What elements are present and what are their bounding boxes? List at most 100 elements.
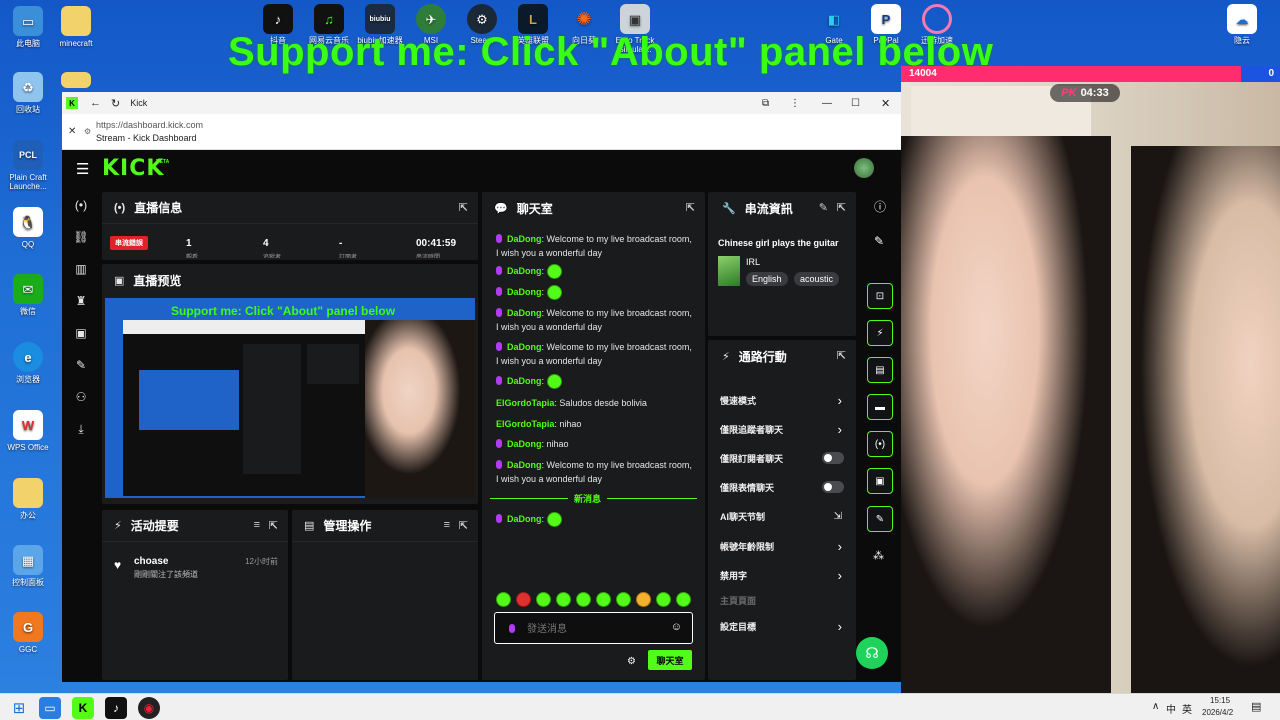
nav-media-icon[interactable]: ▣ — [70, 322, 92, 344]
nav-download-icon[interactable]: ⤓ — [70, 418, 92, 440]
toolbar-lightning-button[interactable]: ⚡ — [867, 320, 893, 346]
desktop-icon-wps[interactable]: W WPS Office — [0, 410, 56, 452]
tray-volume[interactable]: 中 — [1166, 701, 1176, 716]
chat-username[interactable]: DaDong — [507, 376, 542, 386]
emote-only-toggle[interactable] — [822, 481, 844, 493]
expand-icon[interactable]: ⇱ — [269, 519, 278, 532]
filter-icon[interactable]: ≡ — [444, 519, 450, 531]
category-thumbnail[interactable] — [718, 256, 740, 286]
tray-ime[interactable]: 英 — [1182, 701, 1192, 716]
chat-username[interactable]: DaDong — [507, 342, 542, 352]
category-name[interactable]: IRL — [746, 257, 760, 267]
expand-icon[interactable]: ⇱ — [459, 519, 468, 532]
nav-wrench-icon[interactable]: ✎ — [70, 354, 92, 376]
tray-chevron-up-icon[interactable]: ∧ — [1152, 701, 1159, 712]
desktop-icon-qq[interactable]: 🐧 QQ — [0, 207, 56, 249]
tab-title[interactable]: Kick — [130, 98, 147, 108]
site-settings-icon[interactable]: ⚙ — [84, 127, 91, 136]
chat-username[interactable]: ElGordoTapia — [496, 419, 554, 429]
desktop-icon-office[interactable]: 办公 — [0, 478, 56, 520]
taskbar-obs-icon[interactable]: ◉ — [138, 697, 160, 719]
desktop-icon-file[interactable] — [48, 72, 104, 91]
clock-time[interactable]: 15:15 — [1210, 696, 1230, 705]
emote-icon[interactable] — [596, 592, 611, 607]
emote-icon[interactable] — [556, 592, 571, 607]
tag-english[interactable]: English — [746, 272, 788, 286]
hamburger-menu-icon[interactable]: ☰ — [76, 160, 89, 178]
more-menu-icon[interactable]: ⋮ — [790, 98, 800, 109]
nav-trophy-icon[interactable]: ♜ — [70, 290, 92, 312]
nav-stream-icon[interactable]: (•) — [70, 194, 92, 216]
emote-icon[interactable] — [496, 592, 511, 607]
chat-username[interactable]: DaDong — [507, 266, 542, 276]
taskbar-kick-icon[interactable]: K — [72, 697, 94, 719]
shortcut-slow-mode[interactable]: 慢速模式 › — [720, 390, 844, 410]
desktop-icon-control-panel[interactable]: ▦ 控制面板 — [0, 545, 56, 587]
desktop-icon-pcl[interactable]: PCL Plain Craft Launche... — [0, 140, 56, 191]
emote-icon[interactable] — [516, 592, 531, 607]
shortcut-ai-moderation[interactable]: AI聊天节制 ⇲ — [720, 506, 844, 526]
emoji-icon[interactable]: ☺ — [671, 621, 682, 633]
emote-icon[interactable] — [656, 592, 671, 607]
expand-icon[interactable]: ⇱ — [837, 349, 846, 362]
toolbar-broadcast-button[interactable]: (•) — [867, 431, 893, 457]
notification-icon[interactable]: ▤ — [1251, 700, 1261, 713]
expand-icon[interactable]: ⇱ — [686, 201, 695, 214]
close-window-icon[interactable]: ✕ — [881, 97, 890, 110]
shortcut-followers-only[interactable]: 僅限追蹤者聊天 › — [720, 419, 844, 439]
info-icon[interactable]: ⓘ — [874, 198, 886, 215]
edit-icon[interactable]: ✎ — [819, 201, 828, 214]
emote-icon[interactable] — [576, 592, 591, 607]
close-icon[interactable]: ✕ — [68, 126, 76, 137]
maximize-icon[interactable]: ☐ — [851, 98, 860, 109]
taskbar-tiktok-icon[interactable]: ♪ — [105, 697, 127, 719]
toolbar-chat-button[interactable]: ▬ — [867, 394, 893, 420]
shortcut-banned-words[interactable]: 禁用字 › — [720, 565, 844, 585]
activity-username[interactable]: choase — [134, 556, 168, 567]
extensions-icon[interactable]: ⧉ — [762, 98, 769, 109]
minimize-icon[interactable]: — — [822, 98, 832, 109]
shortcut-set-goal[interactable]: 設定目標 › — [720, 616, 844, 636]
chat-settings-icon[interactable]: ⚙ — [627, 656, 636, 667]
avatar[interactable] — [854, 158, 874, 178]
chat-username[interactable]: DaDong — [507, 287, 542, 297]
desktop-icon-wechat[interactable]: ✉ 微信 — [0, 274, 56, 316]
tag-acoustic[interactable]: acoustic — [794, 272, 840, 286]
expand-icon[interactable]: ⇱ — [837, 201, 846, 214]
nav-link-icon[interactable]: ⛓ — [70, 226, 92, 248]
chat-input-box[interactable]: ☺ — [494, 612, 693, 644]
emote-icon[interactable] — [636, 592, 651, 607]
toolbar-capture-button[interactable]: ⊡ — [867, 283, 893, 309]
new-messages-label[interactable]: 新消息 — [568, 492, 608, 505]
more-tools-icon[interactable]: ⁂ — [873, 549, 884, 562]
send-chat-button[interactable]: 聊天室 — [648, 650, 692, 670]
toolbar-media-button[interactable]: ▣ — [867, 468, 893, 494]
back-icon[interactable]: ← — [90, 97, 101, 109]
emote-icon[interactable] — [536, 592, 551, 607]
taskbar-explorer-icon[interactable]: ▭ — [39, 697, 61, 719]
clock-date[interactable]: 2026/4/2 — [1202, 708, 1233, 717]
chat-username[interactable]: DaDong — [507, 234, 542, 244]
subscribers-only-toggle[interactable] — [822, 452, 844, 464]
preview-video[interactable]: Support me: Click "About" panel below — [105, 298, 475, 498]
toolbar-wrench-button[interactable]: ✎ — [867, 506, 893, 532]
emote-icon[interactable] — [616, 592, 631, 607]
chat-username[interactable]: DaDong — [507, 439, 542, 449]
reload-icon[interactable]: ↻ — [111, 97, 120, 110]
chat-input[interactable] — [527, 621, 657, 637]
shortcut-account-age[interactable]: 帳號年齡限制 › — [720, 536, 844, 556]
filter-icon[interactable]: ≡ — [254, 519, 260, 531]
desktop-icon-minecraft[interactable]: minecraft — [48, 6, 104, 48]
desktop-icon-ggc[interactable]: G GGC — [0, 612, 56, 654]
help-headset-button[interactable]: ☊ — [856, 637, 888, 669]
nav-users-icon[interactable]: ⚇ — [70, 386, 92, 408]
desktop-icon-browser[interactable]: e 浏览器 — [0, 342, 56, 384]
chat-username[interactable]: DaDong — [507, 308, 542, 318]
nav-analytics-icon[interactable]: ▥ — [70, 258, 92, 280]
pencil-icon[interactable]: ✎ — [874, 234, 884, 248]
emote-icon[interactable] — [676, 592, 691, 607]
toolbar-notes-button[interactable]: ▤ — [867, 357, 893, 383]
chat-username[interactable]: DaDong — [507, 514, 542, 524]
windows-start-icon[interactable]: ⊞ — [8, 697, 30, 719]
expand-icon[interactable]: ⇱ — [459, 201, 468, 214]
